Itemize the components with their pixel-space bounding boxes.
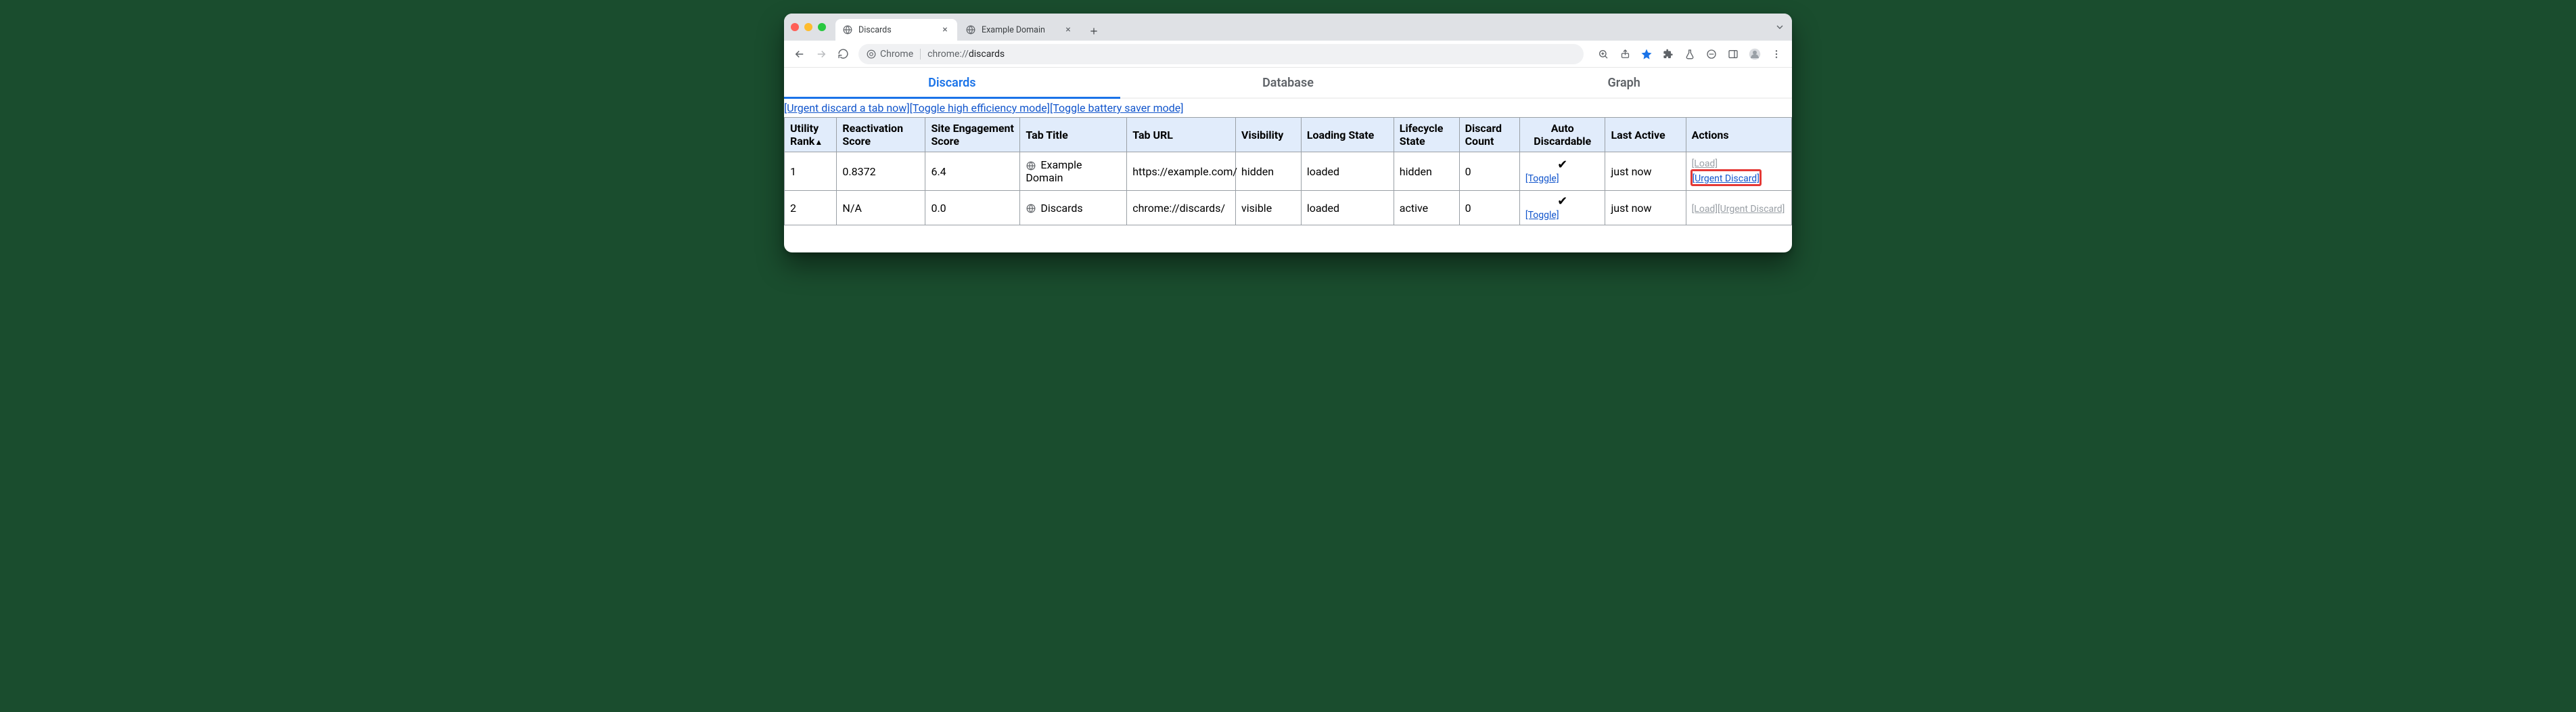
tab-example-domain[interactable]: Example Domain × [959,19,1080,41]
urgent-discard-now-link[interactable]: [Urgent discard a tab now] [784,102,910,114]
cell-load: loaded [1301,191,1394,225]
close-tab-icon[interactable]: × [940,24,950,35]
cell-auto: ✔ [Toggle] [1519,191,1605,225]
action-urgent-discard[interactable]: [Urgent Discard] [1693,173,1760,184]
globe-icon [965,24,976,35]
tab-discards[interactable]: Discards × [835,19,957,41]
col-tab-title[interactable]: Tab Title [1020,118,1127,152]
globe-icon [1026,203,1036,214]
subnav-graph[interactable]: Graph [1456,68,1792,97]
col-discard-count[interactable]: Discard Count [1459,118,1519,152]
tab-strip: Discards × Example Domain × [835,14,1774,41]
content: [Urgent discard a tab now][Toggle high e… [784,99,1792,252]
address-bar[interactable]: Chrome chrome://discards [858,44,1584,64]
subnav-database[interactable]: Database [1120,68,1456,97]
window-controls [791,23,826,31]
highlight-annotation: [Urgent Discard] [1690,169,1762,186]
titlebar: Discards × Example Domain × [784,14,1792,41]
cell-rank: 2 [785,191,837,225]
bookmark-star-icon[interactable] [1636,44,1657,64]
toggle-battery-saver-link[interactable]: [Toggle battery saver mode] [1050,102,1183,114]
cell-disc: 0 [1459,191,1519,225]
extensions-icon[interactable] [1658,44,1678,64]
cell-react: N/A [837,191,925,225]
url-chip: Chrome [867,49,921,60]
check-icon: ✔ [1525,195,1600,208]
table-header-row: Utility Rank▲ Reactivation Score Site En… [785,118,1792,152]
col-loading-state[interactable]: Loading State [1301,118,1394,152]
devtools-icon[interactable] [1701,44,1722,64]
url-chip-label: Chrome [880,49,913,60]
cell-url: chrome://discards/ [1127,191,1236,225]
cell-vis: visible [1236,191,1302,225]
reload-button[interactable] [833,44,853,64]
toggle-high-efficiency-link[interactable]: [Toggle high efficiency mode] [910,102,1050,114]
side-panel-icon[interactable] [1723,44,1743,64]
col-utility-rank[interactable]: Utility Rank▲ [785,118,837,152]
sort-asc-icon: ▲ [814,137,823,147]
action-link-row: [Urgent discard a tab now][Toggle high e… [784,99,1792,117]
zoom-icon[interactable] [1593,44,1613,64]
cell-title: Example Domain [1020,152,1127,191]
table-row: 1 0.8372 6.4 Example Domain https://exam… [785,152,1792,191]
globe-icon [842,24,853,35]
toolbar-right [1593,44,1787,64]
check-icon: ✔ [1525,158,1600,172]
cell-life: active [1394,191,1459,225]
subnav-discards[interactable]: Discards [784,68,1120,99]
cell-title: Discards [1020,191,1127,225]
col-reactivation-score[interactable]: Reactivation Score [837,118,925,152]
cell-life: hidden [1394,152,1459,191]
col-auto-discardable[interactable]: Auto Discardable [1519,118,1605,152]
cell-last: just now [1605,191,1686,225]
toolbar: Chrome chrome://discards [784,41,1792,68]
url-text: chrome://discards [927,49,1005,60]
close-tab-icon[interactable]: × [1063,24,1074,35]
share-icon[interactable] [1615,44,1635,64]
tabs-dropdown-button[interactable] [1774,22,1785,32]
kebab-menu-icon[interactable] [1766,44,1787,64]
cell-actions: [Load] [Urgent Discard] [1686,152,1791,191]
cell-seng: 6.4 [925,152,1020,191]
col-tab-url[interactable]: Tab URL [1127,118,1236,152]
forward-button[interactable] [811,44,831,64]
col-actions[interactable]: Actions [1686,118,1791,152]
col-lifecycle-state[interactable]: Lifecycle State [1394,118,1459,152]
profile-avatar-icon[interactable] [1745,44,1765,64]
globe-icon [1026,160,1036,171]
new-tab-button[interactable] [1084,22,1103,41]
subnav: Discards Database Graph [784,68,1792,99]
back-button[interactable] [789,44,810,64]
col-visibility[interactable]: Visibility [1236,118,1302,152]
tab-title: Discards [858,25,892,35]
close-window-button[interactable] [791,23,799,31]
auto-discardable-toggle[interactable]: [Toggle] [1525,173,1559,184]
cell-seng: 0.0 [925,191,1020,225]
action-load[interactable]: [Load] [1692,158,1718,169]
tab-title: Example Domain [982,25,1045,35]
col-site-engagement[interactable]: Site Engagement Score [925,118,1020,152]
cell-auto: ✔ [Toggle] [1519,152,1605,191]
cell-disc: 0 [1459,152,1519,191]
auto-discardable-toggle[interactable]: [Toggle] [1525,210,1559,221]
cell-actions: [Load][Urgent Discard] [1686,191,1791,225]
browser-window: Discards × Example Domain × [784,14,1792,252]
cell-last: just now [1605,152,1686,191]
cell-url: https://example.com/ [1127,152,1236,191]
cell-vis: hidden [1236,152,1302,191]
action-load[interactable]: [Load] [1692,204,1718,215]
minimize-window-button[interactable] [804,23,812,31]
action-urgent-discard[interactable]: [Urgent Discard] [1718,204,1785,215]
col-last-active[interactable]: Last Active [1605,118,1686,152]
cell-react: 0.8372 [837,152,925,191]
cell-load: loaded [1301,152,1394,191]
cell-rank: 1 [785,152,837,191]
labs-icon[interactable] [1680,44,1700,64]
discards-table: Utility Rank▲ Reactivation Score Site En… [784,117,1792,225]
table-row: 2 N/A 0.0 Discards chrome://discards/ vi… [785,191,1792,225]
maximize-window-button[interactable] [818,23,826,31]
